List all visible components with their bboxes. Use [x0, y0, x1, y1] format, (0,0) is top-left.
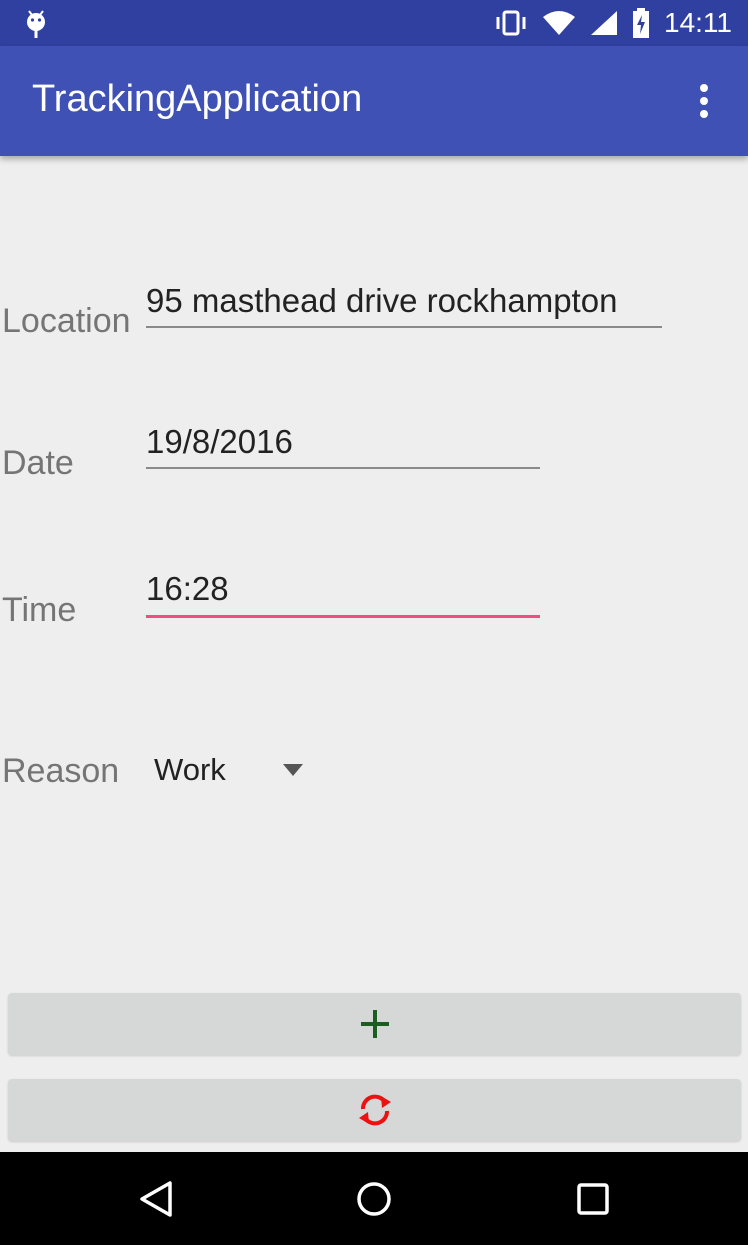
location-underline [146, 326, 662, 328]
sync-icon [358, 1094, 391, 1126]
plus-icon [360, 1010, 389, 1038]
time-label: Time [2, 591, 77, 629]
time-input[interactable]: 16:28 [146, 570, 229, 608]
location-label: Location [2, 302, 131, 340]
back-icon[interactable] [136, 1178, 178, 1220]
date-underline [146, 467, 540, 469]
app-title: TrackingApplication [32, 78, 363, 120]
status-bar: 14:11 [0, 0, 748, 46]
reason-label: Reason [2, 752, 120, 790]
time-underline [146, 615, 540, 618]
dropdown-arrow-icon[interactable] [283, 764, 303, 776]
android-debug-icon [27, 10, 45, 38]
status-time: 14:11 [664, 7, 732, 38]
date-input[interactable]: 19/8/2016 [146, 423, 293, 461]
add-button[interactable] [8, 993, 741, 1055]
battery-charging-icon [633, 8, 649, 38]
signal-icon [591, 11, 617, 35]
home-icon[interactable] [353, 1178, 395, 1220]
vibrate-icon [496, 10, 526, 36]
app-bar: TrackingApplication [0, 46, 748, 156]
recents-icon[interactable] [572, 1178, 614, 1220]
more-vert-icon[interactable] [684, 82, 724, 122]
date-label: Date [2, 444, 74, 482]
reason-spinner[interactable]: Work [154, 752, 226, 788]
sync-button[interactable] [8, 1079, 741, 1141]
wifi-icon [543, 11, 575, 35]
location-input[interactable]: 95 masthead drive rockhampton [146, 282, 617, 320]
navigation-bar [0, 1152, 748, 1245]
